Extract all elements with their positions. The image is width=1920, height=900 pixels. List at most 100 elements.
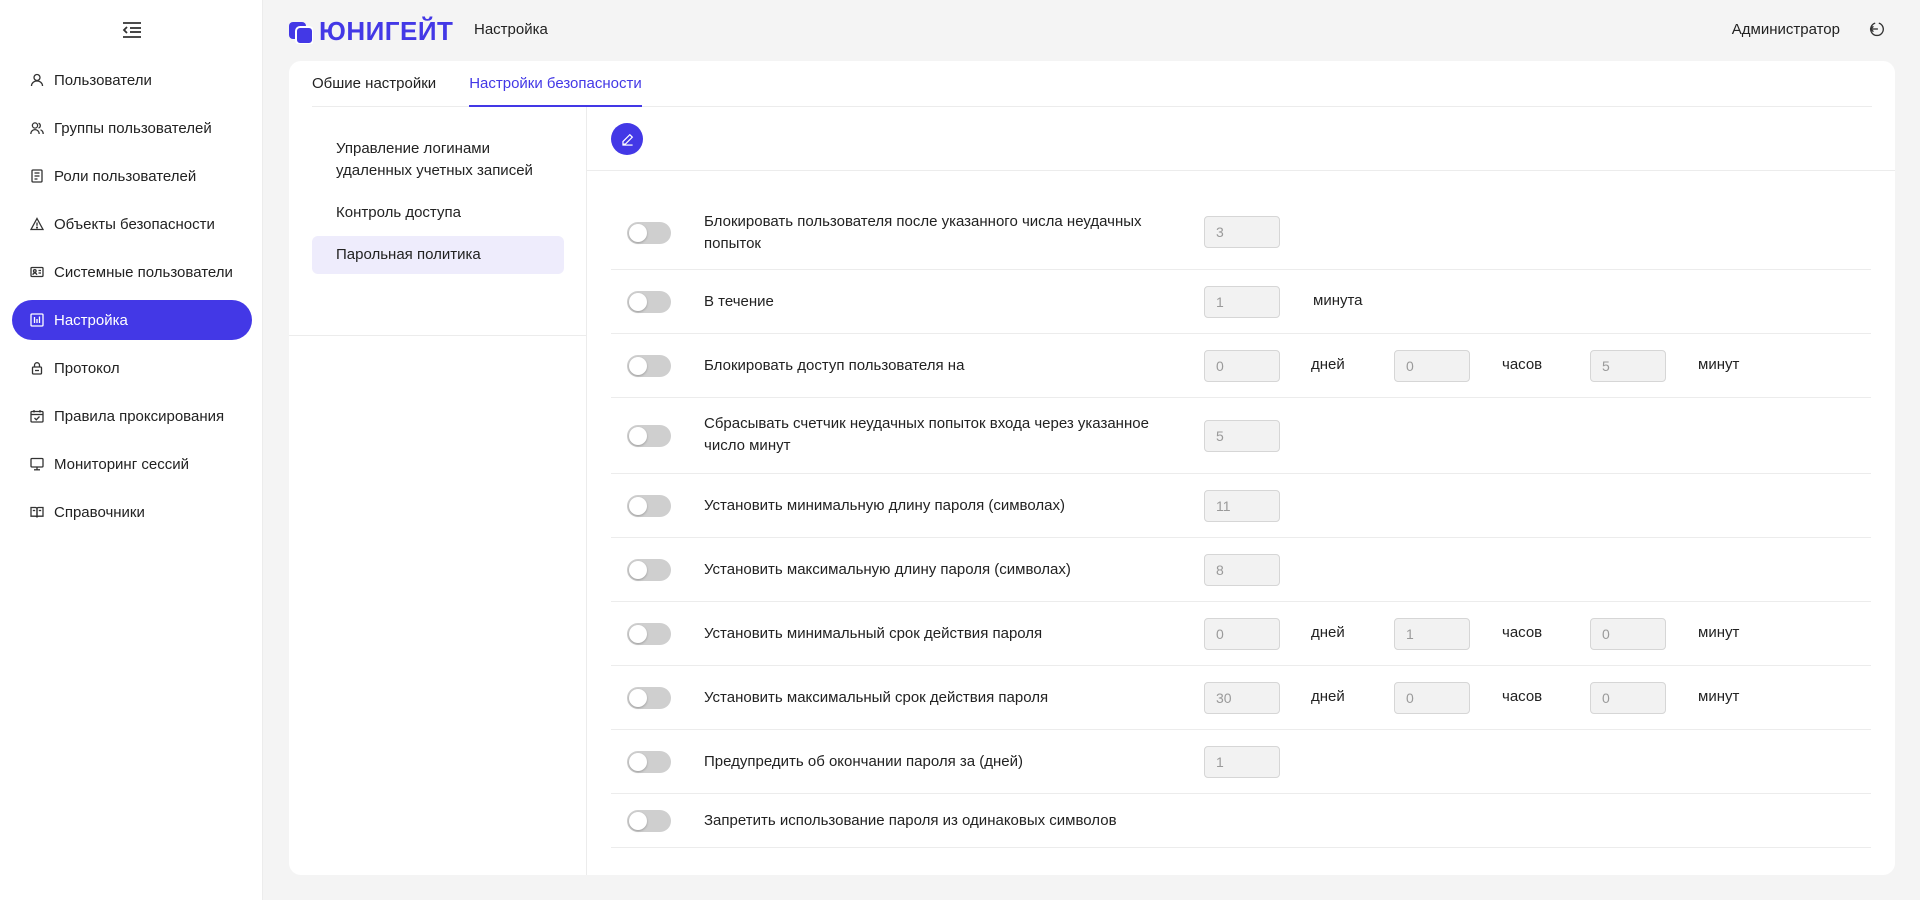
lock-duration-days-input[interactable] <box>1204 350 1280 382</box>
unit-hours: часов <box>1502 624 1543 641</box>
min-age-hours-input[interactable] <box>1394 618 1470 650</box>
max-age-hours-input[interactable] <box>1394 682 1470 714</box>
sidebar-item-label: Системные пользователи <box>54 263 233 281</box>
max-age-minutes-input[interactable] <box>1590 682 1666 714</box>
lock-duration-hours-input[interactable] <box>1394 350 1470 382</box>
lockout-attempts-toggle[interactable] <box>627 222 671 244</box>
policy-row-lockout-attempts: Блокировать пользователя после указанног… <box>611 200 1871 270</box>
book-icon <box>29 504 45 520</box>
roles-icon <box>29 168 45 184</box>
policy-row-label: Предупредить об окончании пароля за (дне… <box>704 753 1024 770</box>
sidebar-item-system-users[interactable]: Системные пользователи <box>12 252 252 292</box>
sidebar-item-label: Группы пользователей <box>54 119 212 137</box>
current-user-name[interactable]: Администратор <box>1732 21 1840 38</box>
warning-triangle-icon <box>29 216 45 232</box>
brand-name: ЮНИГЕЙТ <box>319 16 454 46</box>
max-length-toggle[interactable] <box>627 559 671 581</box>
unit-minutes: минут <box>1698 356 1740 373</box>
unit-days: дней <box>1311 688 1345 705</box>
sidebar-item-settings[interactable]: Настройка <box>12 300 252 340</box>
monitor-icon <box>29 456 45 472</box>
max-age-days-input[interactable] <box>1204 682 1280 714</box>
sidebar: Пользователи Группы пользователей Роли п… <box>0 0 263 900</box>
lock-duration-minutes-input[interactable] <box>1590 350 1666 382</box>
subnav-item-access-control[interactable]: Контроль доступа <box>312 194 564 232</box>
lock-duration-toggle[interactable] <box>627 355 671 377</box>
tab-general-settings[interactable]: Обшие настройки <box>312 61 436 107</box>
id-card-icon <box>29 264 45 280</box>
tab-security-settings[interactable]: Настройки безопасности <box>469 61 642 107</box>
policy-toolbar <box>587 107 1895 171</box>
settings-tabs: Обшие настройки Настройки безопасности <box>312 61 1872 107</box>
reset-counter-toggle[interactable] <box>627 425 671 447</box>
min-age-toggle[interactable] <box>627 623 671 645</box>
min-length-input[interactable] <box>1204 490 1280 522</box>
password-policy-rows: Блокировать пользователя после указанног… <box>611 200 1871 848</box>
policy-row-label: Установить минимальную длину пароля (сим… <box>704 497 1065 514</box>
unit-hours: часов <box>1502 688 1543 705</box>
sidebar-item-protocol[interactable]: Протокол <box>12 348 252 388</box>
lock-icon <box>29 360 45 376</box>
top-header: ЮНИГЕЙТ Настройка Администратор <box>263 0 1920 60</box>
subnav-item-password-policy[interactable]: Парольная политика <box>312 236 564 274</box>
policy-row-same-chars: Запретить использование пароля из одинак… <box>611 794 1871 848</box>
policy-row-expiry-warning: Предупредить об окончании пароля за (дне… <box>611 730 1871 794</box>
unit-hours: часов <box>1502 356 1543 373</box>
sidebar-item-label: Правила проксирования <box>54 407 225 425</box>
policy-row-label: Блокировать пользователя после указанног… <box>704 213 1142 252</box>
subnav-divider <box>289 335 587 336</box>
collapse-menu-icon[interactable] <box>120 18 144 42</box>
edit-button[interactable] <box>611 123 643 155</box>
users-group-icon <box>29 120 45 136</box>
policy-row-reset-counter: Сбрасывать счетчик неудачных попыток вхо… <box>611 398 1871 474</box>
logout-icon[interactable] <box>1868 20 1888 40</box>
reset-counter-input[interactable] <box>1204 420 1280 452</box>
sidebar-item-proxy-rules[interactable]: Правила проксирования <box>12 396 252 436</box>
policy-row-label: Установить максимальную длину пароля (си… <box>704 561 1071 578</box>
unit-days: дней <box>1311 624 1345 641</box>
main-nav: Пользователи Группы пользователей Роли п… <box>12 60 252 540</box>
subnav-item-remote-logins[interactable]: Управление логинами удаленных учетных за… <box>312 130 564 190</box>
sidebar-item-label: Справочники <box>54 503 145 521</box>
policy-row-label: Блокировать доступ пользователя на <box>704 357 965 374</box>
sidebar-item-label: Роли пользователей <box>54 167 197 185</box>
max-length-input[interactable] <box>1204 554 1280 586</box>
policy-row-label: Запретить использование пароля из одинак… <box>704 812 1117 829</box>
sidebar-item-label: Объекты безопасности <box>54 215 215 233</box>
min-age-minutes-input[interactable] <box>1590 618 1666 650</box>
policy-row-label: В течение <box>704 293 774 310</box>
expiry-warning-toggle[interactable] <box>627 751 671 773</box>
same-chars-toggle[interactable] <box>627 810 671 832</box>
sidebar-item-directories[interactable]: Справочники <box>12 492 252 532</box>
policy-row-label: Установить минимальный срок действия пар… <box>704 625 1043 642</box>
sidebar-item-user-roles[interactable]: Роли пользователей <box>12 156 252 196</box>
min-length-toggle[interactable] <box>627 495 671 517</box>
sidebar-item-label: Протокол <box>54 359 120 377</box>
pencil-icon <box>621 133 633 146</box>
calendar-check-icon <box>29 408 45 424</box>
policy-row-lock-duration: Блокировать доступ пользователя на дней … <box>611 334 1871 398</box>
policy-row-max-age: Установить максимальный срок действия па… <box>611 666 1871 730</box>
sidebar-item-security-objects[interactable]: Объекты безопасности <box>12 204 252 244</box>
policy-row-min-age: Установить минимальный срок действия пар… <box>611 602 1871 666</box>
unit-minutes: минут <box>1698 688 1740 705</box>
brand-logo[interactable]: ЮНИГЕЙТ <box>289 16 453 47</box>
policy-row-min-length: Установить минимальную длину пароля (сим… <box>611 474 1871 538</box>
sidebar-item-users[interactable]: Пользователи <box>12 60 252 100</box>
min-age-days-input[interactable] <box>1204 618 1280 650</box>
user-icon <box>29 72 45 88</box>
sidebar-item-label: Пользователи <box>54 71 152 89</box>
policy-row-max-length: Установить максимальную длину пароля (си… <box>611 538 1871 602</box>
unit-days: дней <box>1311 356 1345 373</box>
lockout-attempts-input[interactable] <box>1204 216 1280 248</box>
max-age-toggle[interactable] <box>627 687 671 709</box>
sidebar-item-session-monitoring[interactable]: Мониторинг сессий <box>12 444 252 484</box>
policy-row-label: Сбрасывать счетчик неудачных попыток вхо… <box>704 415 1149 454</box>
unit-minute: минута <box>1313 292 1363 309</box>
sidebar-item-user-groups[interactable]: Группы пользователей <box>12 108 252 148</box>
brand-logo-icon <box>289 21 313 44</box>
within-input[interactable] <box>1204 286 1280 318</box>
expiry-warning-input[interactable] <box>1204 746 1280 778</box>
within-toggle[interactable] <box>627 291 671 313</box>
header-page-title: Настройка <box>474 21 548 38</box>
